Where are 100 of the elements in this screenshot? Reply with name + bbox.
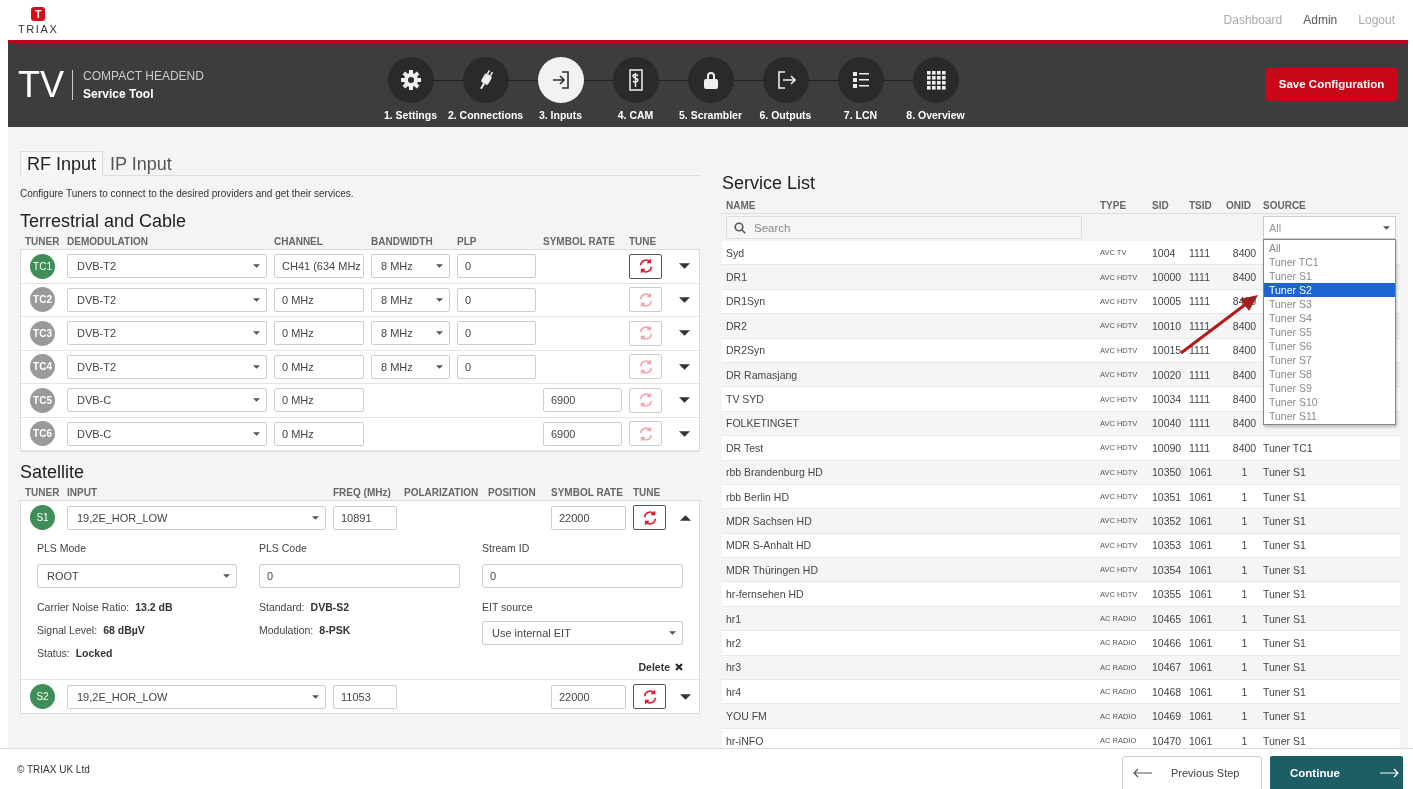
demodulation-select[interactable]: DVB-T2: [67, 354, 267, 379]
table-cell-text: 1111: [1189, 271, 1212, 284]
tab[interactable]: IP Input: [103, 151, 179, 176]
save-button[interactable]: Save Configuration: [1265, 67, 1398, 101]
channel-field[interactable]: CH41 (634 MHz: [274, 254, 364, 279]
dropdown-option[interactable]: Tuner S10: [1264, 395, 1395, 409]
frequency-field[interactable]: 10891: [333, 505, 397, 530]
table-cell-text: 1111: [1189, 295, 1212, 308]
table-cell-text: 10351: [1152, 490, 1183, 503]
symbol-rate-field[interactable]: 6900: [543, 421, 622, 446]
column-header: ONID: [1226, 200, 1252, 211]
dropdown-option[interactable]: Tuner S5: [1264, 325, 1395, 339]
field-label: EIT source: [482, 601, 534, 613]
tune-button[interactable]: [633, 684, 666, 709]
demodulation-select[interactable]: DVB-C: [67, 388, 267, 413]
refresh-icon: [637, 425, 654, 442]
table-cell-text: 1111: [1189, 246, 1212, 259]
refresh-icon: [637, 291, 654, 308]
frequency-field[interactable]: 11053: [333, 684, 397, 709]
nav-link[interactable]: Admin: [1303, 13, 1338, 27]
channel-field[interactable]: 0 MHz: [274, 421, 364, 446]
table-cell-text: rbb Berlin HD: [726, 490, 791, 503]
plp-field[interactable]: 0: [457, 254, 536, 279]
refresh-icon: [641, 688, 658, 705]
wizard-step[interactable]: 8. Overview: [898, 49, 973, 121]
refresh-icon: [637, 358, 654, 375]
symbol-rate-field[interactable]: 6900: [543, 388, 622, 413]
bandwidth-select[interactable]: 8 MHz: [371, 321, 450, 346]
plp-field[interactable]: 0: [457, 321, 536, 346]
dropdown-option[interactable]: Tuner S3: [1264, 297, 1395, 311]
dropdown-option[interactable]: Tuner S9: [1264, 381, 1395, 395]
pls-code-field[interactable]: 0: [259, 564, 460, 588]
plp-field[interactable]: 0: [457, 354, 536, 379]
wizard-step[interactable]: 2. Connections: [448, 49, 523, 121]
table-cell-text: 10352: [1152, 515, 1183, 527]
continue-button[interactable]: Continue: [1270, 755, 1403, 789]
bandwidth-select[interactable]: 8 MHz: [371, 254, 450, 279]
column-header: CHANNEL: [274, 236, 324, 247]
symbol-rate-field[interactable]: 22000: [551, 505, 626, 530]
table-cell-text: 10040: [1152, 417, 1183, 430]
channel-field[interactable]: 0 MHz: [274, 287, 364, 312]
dropdown-option[interactable]: Tuner S11: [1264, 409, 1395, 423]
table-cell-text: 10466: [1152, 636, 1183, 649]
table-cell-text: hr4: [726, 685, 743, 698]
stat-text: Standard: DVB-S2: [259, 601, 351, 613]
dropdown-option[interactable]: Tuner S1: [1264, 269, 1395, 283]
table-cell-text: 10350: [1152, 466, 1183, 479]
dropdown-option[interactable]: All: [1264, 241, 1395, 255]
stat-text: Carrier Noise Ratio: 13.2 dB: [37, 601, 174, 613]
dropdown-option[interactable]: Tuner S2: [1264, 283, 1395, 297]
table-cell-text: 1: [1240, 612, 1249, 625]
demodulation-select[interactable]: DVB-C: [67, 421, 267, 446]
plp-field[interactable]: 0: [457, 287, 536, 312]
dropdown-option[interactable]: Tuner S4: [1264, 311, 1395, 325]
dropdown-option[interactable]: Tuner S6: [1264, 339, 1395, 353]
table-cell-text: 1061: [1189, 539, 1214, 552]
caret-icon: [669, 631, 676, 635]
eit-source-select[interactable]: Use internal EIT: [482, 621, 683, 645]
table-cell-text: 1061: [1189, 515, 1214, 527]
table-cell-text: hr-fernsehen HD: [726, 588, 805, 601]
channel-field[interactable]: 0 MHz: [274, 354, 364, 379]
column-header: POLARIZATION: [404, 487, 480, 498]
bandwidth-select[interactable]: 8 MHz: [371, 287, 450, 312]
pls-mode-select[interactable]: ROOT: [37, 564, 237, 588]
wizard-step[interactable]: 7. LCN: [823, 49, 898, 121]
tab[interactable]: RF Input: [20, 151, 104, 176]
caret-icon: [679, 514, 691, 521]
column-header: SYMBOL RATE: [551, 487, 624, 498]
demodulation-select[interactable]: DVB-T2: [67, 254, 267, 279]
dropdown-option[interactable]: Tuner TC1: [1264, 255, 1395, 269]
wizard-step[interactable]: 6. Outputs: [748, 49, 823, 121]
channel-field[interactable]: 0 MHz: [274, 321, 364, 346]
caret-icon: [253, 264, 260, 269]
table-cell-text: Syd: [726, 246, 746, 259]
table-cell-text: 1061: [1189, 661, 1214, 674]
tune-button[interactable]: [629, 253, 662, 279]
demodulation-select[interactable]: DVB-T2: [67, 287, 267, 312]
symbol-rate-field[interactable]: 22000: [551, 684, 626, 709]
wizard-step[interactable]: 5. Scrambler: [673, 49, 748, 121]
input-select[interactable]: 19,2E_HOR_LOW: [67, 505, 326, 530]
dropdown-option[interactable]: Tuner S7: [1264, 353, 1395, 367]
bandwidth-select[interactable]: 8 MHz: [371, 354, 450, 379]
table-cell-text: 1111: [1189, 441, 1212, 454]
delete-button[interactable]: Delete: [638, 661, 683, 673]
wizard-step[interactable]: 1. Settings: [373, 49, 448, 121]
dropdown-option[interactable]: Tuner S8: [1264, 367, 1395, 381]
wizard-step[interactable]: 4. CAM: [598, 49, 673, 121]
column-header: PLP: [457, 236, 478, 247]
brand-name: TRIAX: [18, 23, 59, 35]
wizard-step[interactable]: 3. Inputs: [523, 49, 598, 121]
input-select[interactable]: 19,2E_HOR_LOW: [67, 684, 326, 709]
tuner-badge: TC6: [30, 421, 55, 447]
tuner-badge: TC1: [30, 253, 55, 279]
stream-id-field[interactable]: 0: [482, 564, 683, 588]
channel-field[interactable]: 0 MHz: [274, 388, 364, 413]
column-header: SOURCE: [1263, 200, 1307, 211]
previous-button[interactable]: Previous Step: [1122, 755, 1262, 789]
tune-button[interactable]: [633, 505, 666, 530]
demodulation-select[interactable]: DVB-T2: [67, 321, 267, 346]
caret-icon: [436, 264, 443, 269]
